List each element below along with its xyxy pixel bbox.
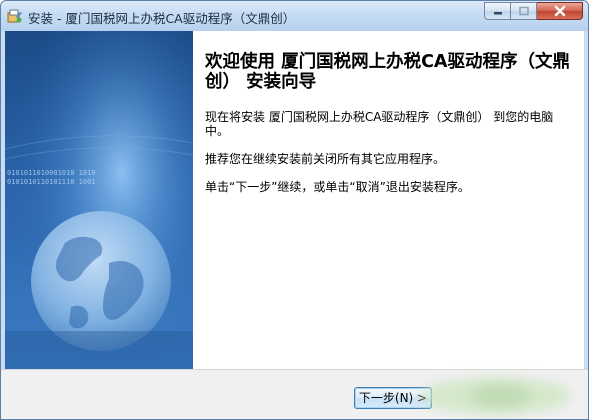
svg-text:0101010110101110 1001: 0101010110101110 1001 (7, 178, 96, 186)
next-button[interactable]: 下一步(N) > (354, 387, 432, 409)
window-title: 安装 - 厦门国税网上办税CA驱动程序（文鼎创） (28, 11, 296, 26)
title-bar[interactable]: 安装 - 厦门国税网上办税CA驱动程序（文鼎创） (1, 1, 588, 31)
minimize-icon (493, 12, 502, 15)
wizard-banner-image: 0101011010001010 1010 0101010110101110 1… (5, 31, 193, 369)
close-button[interactable] (537, 2, 583, 20)
minimize-button[interactable] (484, 2, 511, 20)
close-apps-text: 推荐您在继续安装前关闭所有其它应用程序。 (205, 152, 446, 166)
caption-buttons (484, 2, 583, 21)
installer-window: 安装 - 厦门国税网上办税CA驱动程序（文鼎创） 010101101000101… (0, 0, 589, 420)
next-or-cancel-text: 单击“下一步”继续，或单击“取消”退出安装程序。 (205, 180, 470, 194)
close-icon (554, 5, 565, 17)
installer-app-icon (7, 9, 22, 23)
maximize-button[interactable] (511, 2, 537, 20)
button-bar: 下一步(N) > (1, 369, 588, 419)
welcome-heading: 欢迎使用 厦门国税网上办税CA驱动程序（文鼎创） 安装向导 (205, 52, 570, 92)
blurred-area-secondary (471, 384, 531, 408)
maximize-icon (518, 6, 529, 16)
install-target-text: 现在将安装 厦门国税网上办税CA驱动程序（文鼎创） 到您的电脑中。 (205, 110, 554, 138)
wizard-content: 0101011010001010 1010 0101010110101110 1… (5, 31, 584, 369)
svg-text:0101011010001010 1010: 0101011010001010 1010 (7, 169, 96, 177)
